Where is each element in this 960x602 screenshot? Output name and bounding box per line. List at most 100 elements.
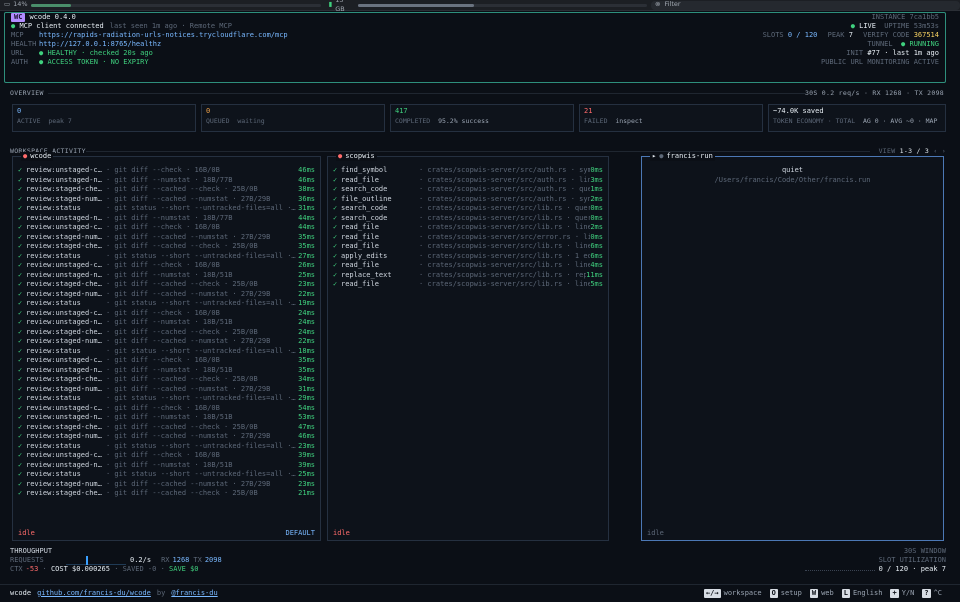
author-link[interactable]: @francis-du [171,589,217,599]
activity-duration: 24ms [298,327,315,336]
pane-scopwis-footer: idle [333,529,603,539]
activity-detail: · git diff --check · 16B/0B [106,356,220,364]
search-icon: ⊗ [655,0,661,9]
activity-detail: · git diff --cached --numstat · 27B/29B [106,232,271,241]
activity-tool: review:unstaged-c… [26,451,102,459]
activity-row[interactable]: ✓ read_file · crates/scopwis-server/src/li… [333,242,603,252]
activity-row[interactable]: ✓ review:unstaged-n… · git diff --numstat … [18,318,315,328]
activity-detail: · crates/scopwis-server/src/lib.rs · 1 e… [419,251,591,260]
activity-row[interactable]: ✓ review:staged-che… · git diff --cached -… [18,328,315,338]
activity-row[interactable]: ✓ review:staged-che… · git diff --cached -… [18,489,315,499]
pane-francis-run[interactable]: ▸ ● francis-run quiet /Users/francis/Cod… [641,152,944,541]
shortcut-key[interactable]: L [841,588,850,599]
activity-row[interactable]: ✓ review:unstaged-n… · git diff --numstat … [18,461,315,471]
activity-row[interactable]: ✓ apply_edits · crates/scopwis-server/src/… [333,252,603,262]
card-queued-sub: waiting [237,117,265,125]
activity-duration: 18ms [298,346,315,355]
activity-row[interactable]: ✓ review:staged-che… · git diff --cached -… [18,375,315,385]
activity-row[interactable]: ✓ review:staged-che… · git diff --cached -… [18,423,315,433]
pane-wcode[interactable]: ● wcode ✓ review:unstaged-c… · git diff --… [12,152,321,541]
shortcut-key[interactable]: ? [922,588,931,599]
activity-row[interactable]: ✓ review:staged-num… · git diff --cached -… [18,290,315,300]
activity-row[interactable]: ✓ find_symbol · crates/scopwis-server/src/… [333,166,603,176]
activity-detail: · git diff --check · 16B/0B [106,166,220,174]
pane-francis-run-path: /Users/francis/Code/Other/francis.run [714,175,871,184]
activity-row[interactable]: ✓ review:staged-num… · git diff --cached -… [18,480,315,490]
activity-row[interactable]: ✓ review:unstaged-c… · git diff --check · … [18,309,315,319]
activity-duration: 29ms [298,394,315,402]
view-arrows-icon[interactable]: ‹ › [933,147,946,155]
shortcut-key[interactable]: ←/→ [703,588,721,599]
activity-row[interactable]: ✓ review:unstaged-n… · git diff --numstat … [18,176,315,186]
activity-tool: review:staged-che… [26,422,102,431]
pane-scopwis-title: ● scopwis [336,152,377,161]
activity-row[interactable]: ✓ review:staged-num… · git diff --cached -… [18,233,315,243]
activity-row[interactable]: ✓ review:staged-che… · git diff --cached -… [18,242,315,252]
activity-duration: 46ms [298,432,315,440]
activity-row[interactable]: ✓ review:staged-che… · git diff --cached -… [18,185,315,195]
mem-bar [357,3,647,7]
check-icon: ✓ [18,451,23,459]
card-failed-value: 21 [584,107,593,115]
activity-row[interactable]: ✓ review:staged-num… · git diff --cached -… [18,432,315,442]
filter-input[interactable]: ⊗ Filter [651,0,960,10]
save-value: SAVE $0 [169,565,199,574]
shortcut-label: setup [780,588,802,597]
check-icon: ✓ [18,365,23,374]
activity-row[interactable]: ✓ review:staged-num… · git diff --cached -… [18,385,315,395]
auth-label: AUTH [11,57,28,66]
repo-link[interactable]: github.com/francis-du/wcode [37,589,151,599]
shortcut-key[interactable]: + [890,588,899,599]
activity-row[interactable]: ✓ search_code · crates/scopwis-server/src/… [333,185,603,195]
check-icon: ✓ [18,403,23,412]
activity-row[interactable]: ✓ review:status · git status --short --unt… [18,299,315,309]
activity-row[interactable]: ✓ review:unstaged-c… · git diff --check · … [18,223,315,233]
pane-wcode-dot-icon: ● [23,151,28,160]
activity-row[interactable]: ✓ review:status · git status --short --unt… [18,204,315,214]
activity-row[interactable]: ✓ replace_text · crates/scopwis-server/src… [333,271,603,281]
activity-row[interactable]: ✓ review:staged-num… · git diff --cached -… [18,195,315,205]
activity-duration: 0ms [590,213,603,222]
tx-label: TX [193,555,202,564]
pane-scopwis[interactable]: ● scopwis ✓ find_symbol · crates/scopwis-s… [327,152,609,541]
card-failed-sub: inspect [615,117,643,125]
activity-row[interactable]: ✓ review:staged-num… · git diff --cached -… [18,337,315,347]
card-completed: 417 COMPLETED 95.2% success [390,104,574,132]
activity-row[interactable]: ✓ review:unstaged-c… · git diff --check · … [18,261,315,271]
activity-row[interactable]: ✓ review:unstaged-c… · git diff --check · … [18,451,315,461]
activity-row[interactable]: ✓ read_file · crates/scopwis-server/src/li… [333,223,603,233]
activity-row[interactable]: ✓ search_code · crates/scopwis-server/src/… [333,204,603,214]
activity-detail: · git diff --cached --numstat · 27B/29B [106,384,271,393]
activity-tool: read_file [341,242,379,250]
activity-row[interactable]: ✓ review:unstaged-n… · git diff --numstat … [18,271,315,281]
activity-row[interactable]: ✓ read_file · crates/scopwis-server/src/li… [333,280,603,290]
activity-row[interactable]: ✓ read_file · crates/scopwis-server/src/li… [333,261,603,271]
auth-right: PUBLIC URL MONITORING ACTIVE [820,57,939,66]
activity-row[interactable]: ✓ search_code · crates/scopwis-server/src/… [333,214,603,224]
activity-row[interactable]: ✓ file_outline · crates/scopwis-server/src… [333,195,603,205]
activity-row[interactable]: ✓ review:unstaged-c… · git diff --check · … [18,356,315,366]
activity-row[interactable]: ✓ review:staged-che… · git diff --cached -… [18,280,315,290]
activity-row[interactable]: ✓ read_file · crates/scopwis-server/src/er… [333,233,603,243]
activity-row[interactable]: ✓ read_file · crates/scopwis-server/src/au… [333,176,603,186]
shortcut-key[interactable]: O [769,588,778,599]
shortcut-key[interactable]: W [809,588,819,599]
activity-tool: read_file [341,223,379,231]
activity-row[interactable]: ✓ review:unstaged-n… · git diff --numstat … [18,366,315,376]
activity-row[interactable]: ✓ review:unstaged-n… · git diff --numstat … [18,214,315,224]
card-failed: 21 FAILED inspect [579,104,763,132]
activity-row[interactable]: ✓ review:status · git status --short --unt… [18,470,315,480]
activity-row[interactable]: ✓ review:unstaged-c… · git diff --check · … [18,166,315,176]
activity-row[interactable]: ✓ review:status · git status --short --unt… [18,394,315,404]
activity-row[interactable]: ✓ review:unstaged-c… · git diff --check · … [18,404,315,414]
activity-row[interactable]: ✓ review:status · git status --short --unt… [18,442,315,452]
check-icon: ✓ [18,213,23,222]
activity-row[interactable]: ✓ review:status · git status --short --unt… [18,252,315,262]
memory-icon: ▮ [328,0,333,9]
activity-row[interactable]: ✓ review:status · git status --short --unt… [18,347,315,357]
activity-detail: · git status --short --untracked-files=a… [106,204,296,212]
activity-duration: 23ms [298,441,315,450]
activity-row[interactable]: ✓ review:unstaged-n… · git diff --numstat … [18,413,315,423]
card-token-label: TOKEN ECONOMY · TOTAL [773,117,856,125]
pane-wcode-title: ● wcode [21,151,54,161]
